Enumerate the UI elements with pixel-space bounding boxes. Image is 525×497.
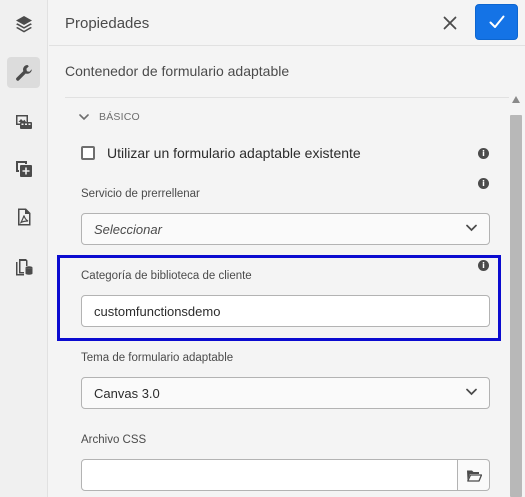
client-lib-label: Categoría de biblioteca de cliente [81,270,252,282]
properties-panel: Propiedades Contenedor de formulario ada… [49,0,525,497]
add-component-icon [15,160,32,177]
side-rail [0,0,48,497]
folder-open-icon [466,470,482,482]
theme-value: Canvas 3.0 [94,385,160,401]
theme-label: Tema de formulario adaptable [81,352,234,364]
info-icon[interactable]: i [478,178,489,189]
browse-button[interactable] [458,459,490,491]
info-icon[interactable]: i [478,148,489,159]
add-component-button[interactable] [7,153,40,184]
scrollbar[interactable] [510,96,522,497]
client-lib-value: customfunctionsdemo [94,303,221,319]
properties-button[interactable] [7,57,40,88]
use-existing-form-checkbox[interactable]: Utilizar un formulario adaptable existen… [81,145,361,161]
data-sources-button[interactable] [7,250,40,281]
css-file-label: Archivo CSS [81,434,147,446]
pdf-icon [17,208,30,225]
info-icon[interactable]: i [478,260,489,271]
header-divider [49,45,525,46]
section-basic-toggle[interactable]: BÁSICO [79,111,140,123]
check-icon [489,15,504,28]
checkbox-box[interactable] [81,146,95,160]
layers-icon [15,15,32,32]
confirm-button[interactable] [475,4,518,40]
section-label: BÁSICO [99,111,140,123]
assets-icon [15,114,32,129]
css-file-input[interactable] [81,459,458,491]
theme-dropdown[interactable]: Canvas 3.0 [81,377,490,409]
chevron-down-icon [79,113,89,120]
chevron-down-icon [466,388,477,396]
scrollbar-thumb[interactable] [510,115,522,497]
prefill-dropdown[interactable]: Seleccionar [81,213,490,245]
pdf-button[interactable] [7,201,40,232]
panel-title: Propiedades [65,15,150,32]
close-button[interactable] [439,12,461,34]
assets-button[interactable] [7,105,40,136]
prefill-label: Servicio de prerrellenar [81,188,200,200]
component-name: Contenedor de formulario adaptable [65,63,290,79]
prefill-value: Seleccionar [94,221,162,237]
close-icon [443,16,457,30]
data-sources-icon [15,258,32,275]
wrench-icon [15,64,32,81]
scroll-up-arrow[interactable] [512,96,520,103]
client-lib-input[interactable]: customfunctionsdemo [81,295,490,327]
section-divider [65,97,509,98]
layers-button[interactable] [7,8,40,39]
chevron-down-icon [466,224,477,232]
checkbox-label: Utilizar un formulario adaptable existen… [107,145,361,161]
